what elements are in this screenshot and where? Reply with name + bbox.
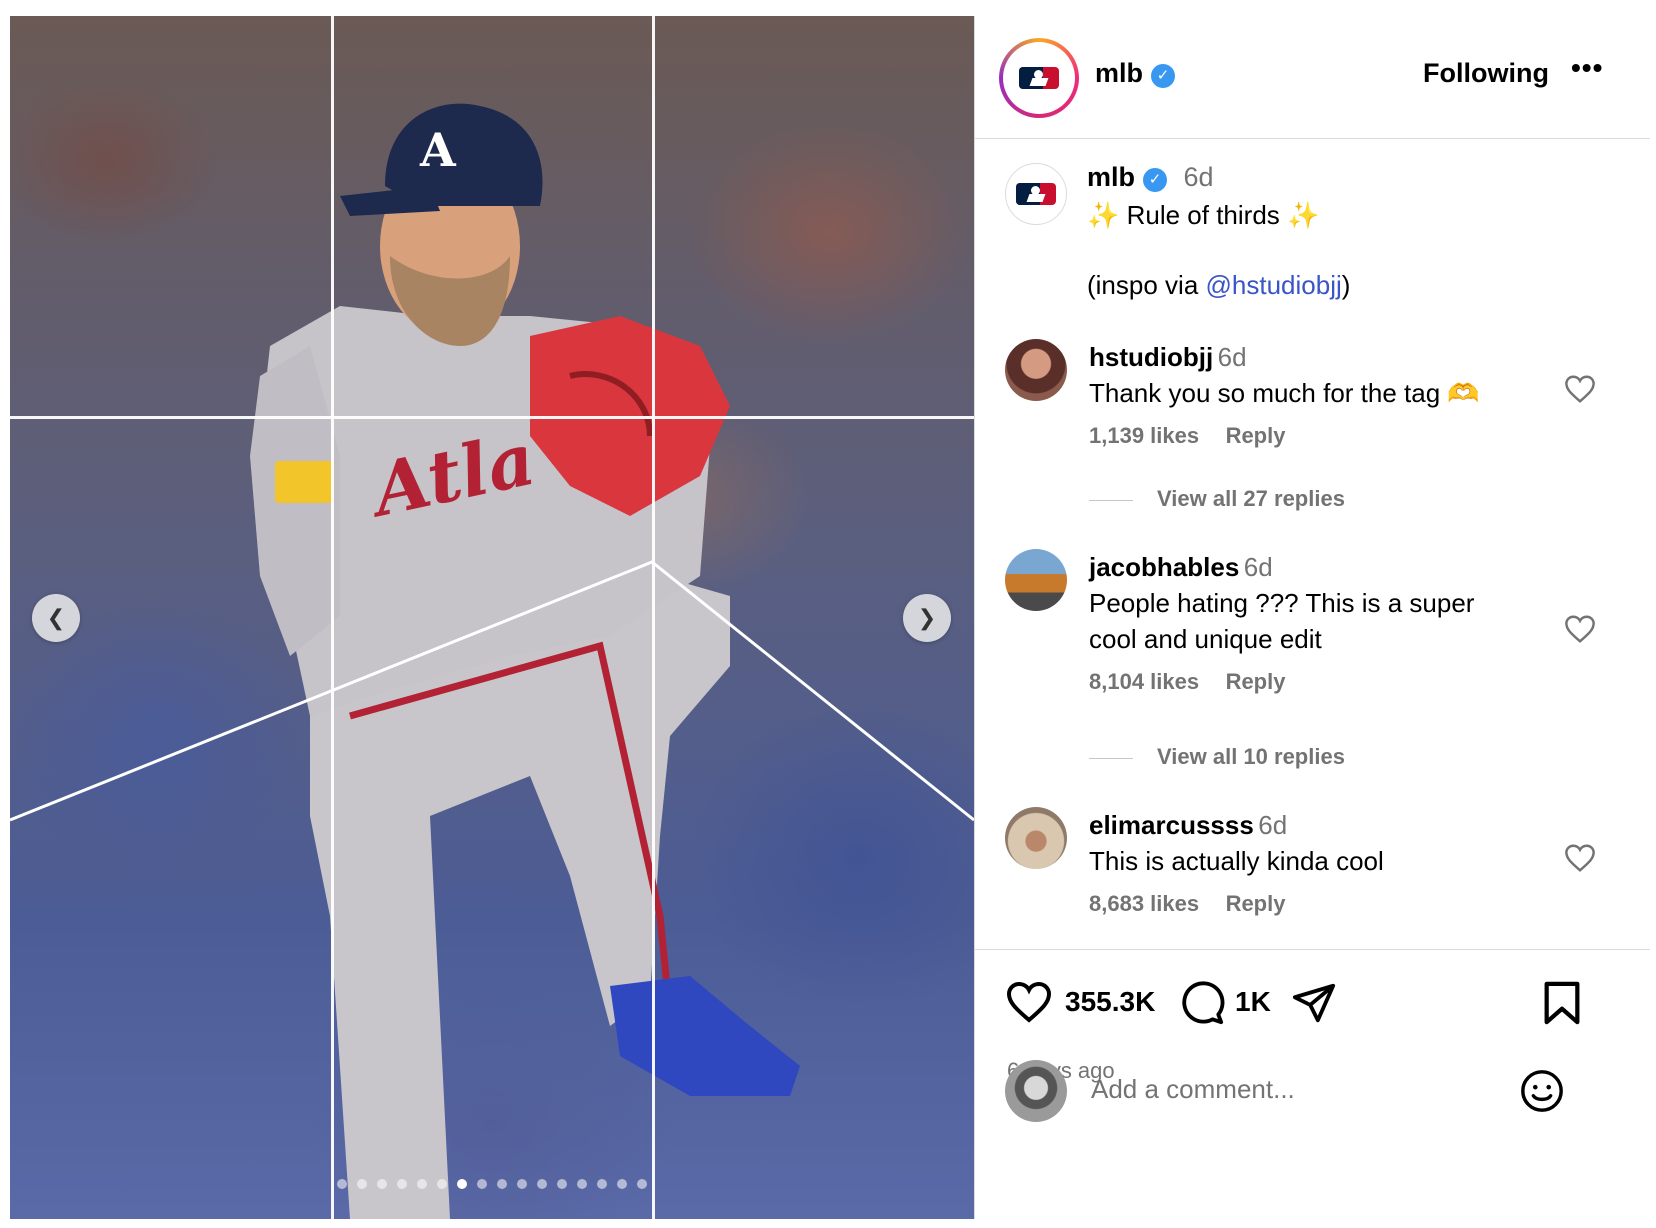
- comment-likes[interactable]: 8,104 likes: [1089, 669, 1199, 694]
- caption-time: 6d: [1183, 162, 1214, 192]
- next-slide-button[interactable]: ❯: [903, 594, 951, 642]
- view-replies-button[interactable]: View all 27 replies: [1089, 486, 1345, 512]
- carousel-dot: [517, 1179, 527, 1189]
- reply-button[interactable]: Reply: [1226, 669, 1286, 694]
- account-avatar[interactable]: [999, 38, 1079, 118]
- post-image[interactable]: Atla A ❮ ❯: [10, 16, 974, 1219]
- caption-line-1: ✨ Rule of thirds ✨: [1087, 200, 1320, 230]
- carousel-dot: [417, 1179, 427, 1189]
- comment-likes[interactable]: 8,683 likes: [1089, 891, 1199, 916]
- bookmark-icon[interactable]: [1541, 980, 1583, 1026]
- add-comment-input[interactable]: [1089, 1066, 1533, 1112]
- carousel-dot: [397, 1179, 407, 1189]
- carousel-dot: [557, 1179, 567, 1189]
- view-replies-button[interactable]: View all 10 replies: [1089, 744, 1345, 770]
- carousel-dot: [357, 1179, 367, 1189]
- caption-username[interactable]: mlb: [1087, 162, 1135, 192]
- comment-time: 6d: [1243, 552, 1273, 582]
- carousel-dot: [377, 1179, 387, 1189]
- carousel-dot: [437, 1179, 447, 1189]
- comment-count[interactable]: 1K: [1235, 986, 1271, 1018]
- comment-avatar[interactable]: [1005, 807, 1067, 869]
- account-username[interactable]: mlb: [1095, 58, 1143, 88]
- comment-text: Thank you so much for the tag 🫶: [1089, 378, 1480, 408]
- comment-text-line-1: People hating ??? This is a super: [1089, 588, 1475, 618]
- verified-badge-icon: ✓: [1151, 63, 1176, 88]
- composition-lines: [10, 560, 974, 822]
- carousel-dot: [497, 1179, 507, 1189]
- comment-avatar[interactable]: [1005, 549, 1067, 611]
- post-side-panel: mlb ✓ Following ••• mlb ✓ 6d ✨ Rule of thi…: [974, 16, 1650, 1219]
- comments-list[interactable]: mlb ✓ 6d ✨ Rule of thirds ✨ (inspo via @h…: [975, 139, 1650, 950]
- comment-text-line-2: cool and unique edit: [1089, 624, 1322, 654]
- share-send-icon[interactable]: [1291, 980, 1337, 1026]
- following-button[interactable]: Following: [1423, 58, 1549, 89]
- chevron-left-icon: ❮: [46, 605, 66, 630]
- carousel-dot: [637, 1179, 647, 1189]
- comment-time: 6d: [1217, 342, 1247, 372]
- comment-likes[interactable]: 1,139 likes: [1089, 423, 1199, 448]
- comment-text: This is actually kinda cool: [1089, 846, 1384, 876]
- add-comment-bar: [975, 1056, 1650, 1139]
- heart-icon[interactable]: [1563, 374, 1597, 404]
- comment-time: 6d: [1258, 810, 1288, 840]
- carousel-dot: [537, 1179, 547, 1189]
- mlb-logo-icon: [1016, 183, 1056, 205]
- previous-slide-button[interactable]: ❮: [32, 594, 80, 642]
- like-count[interactable]: 355.3K: [1065, 986, 1155, 1018]
- comment-username[interactable]: hstudiobjj: [1089, 342, 1213, 372]
- post-header: mlb ✓ Following •••: [975, 16, 1650, 139]
- mlb-logo-icon: [1019, 67, 1059, 89]
- caption-avatar[interactable]: [1005, 163, 1067, 225]
- comment-avatar[interactable]: [1005, 339, 1067, 401]
- caption-line-2: (inspo via @hstudiobjj): [1087, 270, 1351, 300]
- reply-button[interactable]: Reply: [1226, 891, 1286, 916]
- chevron-right-icon: ❯: [917, 605, 937, 630]
- carousel-indicator: [337, 1179, 647, 1189]
- sparkles-icon: ✨: [1087, 200, 1120, 230]
- carousel-dot: [337, 1179, 347, 1189]
- sparkles-icon: ✨: [1287, 200, 1320, 230]
- comment-item: jacobhables 6d People hating ??? This is…: [1089, 549, 1474, 695]
- comment-username[interactable]: jacobhables: [1089, 552, 1239, 582]
- mention-link[interactable]: @hstudiobjj: [1206, 270, 1342, 300]
- reply-button[interactable]: Reply: [1226, 423, 1286, 448]
- carousel-dot: [457, 1179, 467, 1189]
- comment-username[interactable]: elimarcussss: [1089, 810, 1254, 840]
- carousel-dot: [477, 1179, 487, 1189]
- carousel-dot: [577, 1179, 587, 1189]
- like-heart-icon[interactable]: [1005, 980, 1053, 1024]
- verified-badge-icon: ✓: [1143, 167, 1168, 192]
- current-user-avatar[interactable]: [1005, 1060, 1067, 1122]
- carousel-dot: [597, 1179, 607, 1189]
- more-options-icon[interactable]: •••: [1571, 52, 1603, 84]
- caption: mlb ✓ 6d ✨ Rule of thirds ✨ (inspo via @h…: [1087, 159, 1627, 303]
- heart-icon[interactable]: [1563, 843, 1597, 873]
- heart-icon[interactable]: [1563, 614, 1597, 644]
- emoji-icon[interactable]: [1519, 1068, 1565, 1114]
- carousel-dot: [617, 1179, 627, 1189]
- comment-item: elimarcussss 6d This is actually kinda c…: [1089, 807, 1384, 917]
- comment-item: hstudiobjj 6d Thank you so much for the …: [1089, 339, 1480, 449]
- comment-bubble-icon[interactable]: [1179, 980, 1225, 1026]
